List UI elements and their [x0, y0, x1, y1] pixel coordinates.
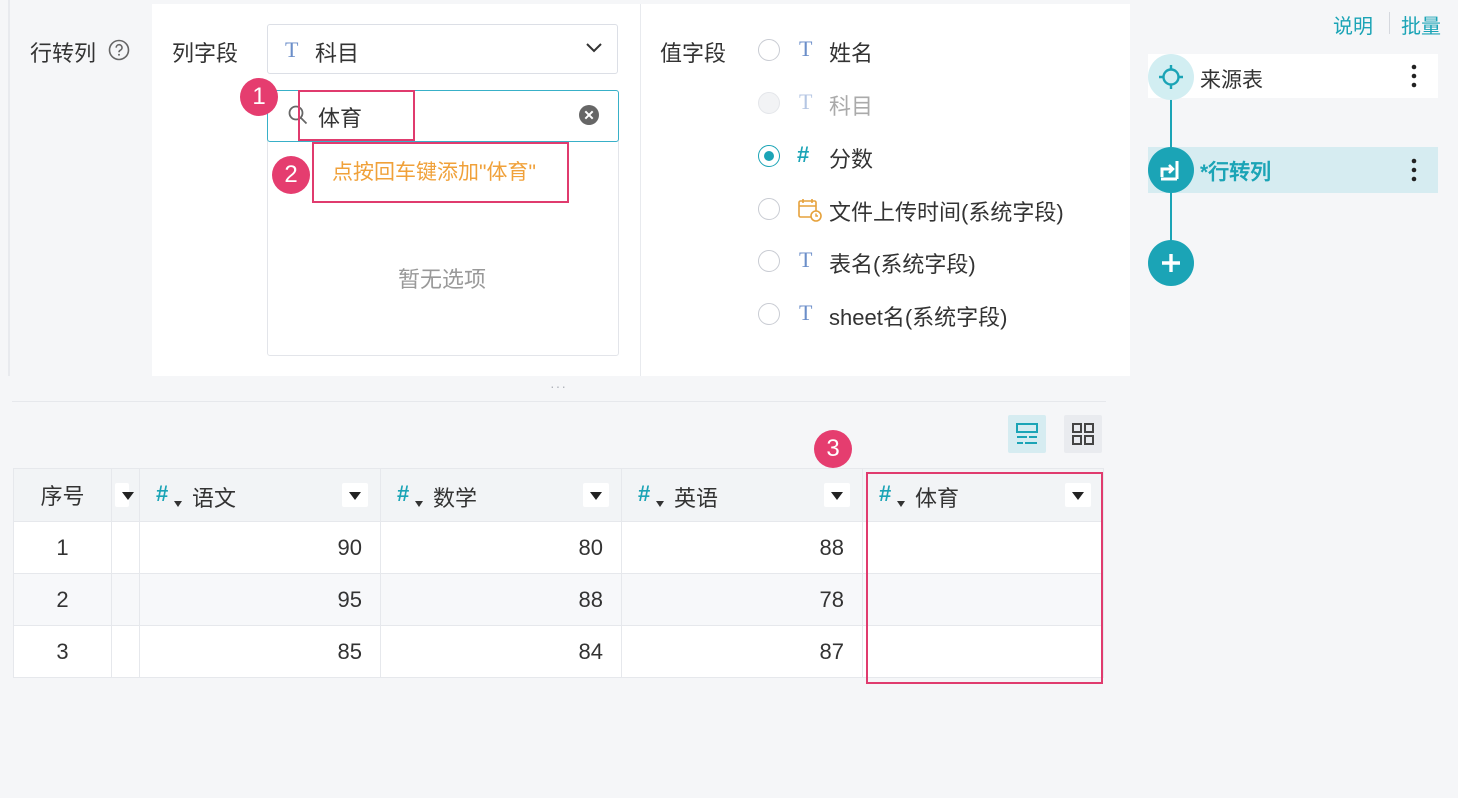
- column-header-label: 数学: [433, 486, 478, 511]
- type-caret-icon[interactable]: [415, 501, 423, 507]
- empty-options-text: 暂无选项: [398, 267, 487, 292]
- column-header-collapsed[interactable]: [111, 468, 140, 522]
- divider: [12, 401, 1106, 402]
- value-field-label: 值字段: [660, 41, 727, 66]
- dropdown-caret-icon[interactable]: [115, 483, 134, 507]
- step-badge: 1: [240, 78, 278, 116]
- date-type-icon: [798, 199, 822, 222]
- table-cell: 95: [139, 573, 381, 626]
- section-label: 行转列: [30, 41, 97, 66]
- table-cell: 88: [621, 521, 863, 574]
- dropdown-caret-icon[interactable]: [342, 483, 368, 507]
- value-field-option-label: 分数: [829, 147, 874, 172]
- dropdown-caret-icon[interactable]: [583, 483, 609, 507]
- step-label: 来源表: [1200, 69, 1263, 92]
- grid-view-button[interactable]: [1064, 415, 1102, 453]
- value-field-radio[interactable]: [758, 198, 780, 220]
- list-view-icon: [1016, 423, 1038, 444]
- more-icon[interactable]: [1404, 156, 1424, 184]
- step-badge: 2: [272, 156, 310, 194]
- column-header-label: 序号: [40, 484, 85, 509]
- highlight-box: [866, 472, 1103, 684]
- clear-icon[interactable]: [578, 104, 600, 126]
- column-header[interactable]: # 英语: [621, 468, 863, 522]
- table-cell: 85: [139, 625, 381, 678]
- value-field-option-label: 科目: [829, 94, 874, 119]
- table-cell: 84: [380, 625, 622, 678]
- text-type-icon: T: [799, 300, 813, 325]
- value-field-radio[interactable]: [758, 250, 780, 272]
- step-badge: 3: [814, 430, 852, 468]
- splitter-handle[interactable]: ···: [550, 378, 567, 394]
- table-cell: 90: [139, 521, 381, 574]
- column-header-label: 英语: [674, 486, 719, 511]
- column-header-label: 语文: [192, 486, 237, 511]
- list-view-button[interactable]: [1008, 415, 1046, 453]
- value-field-radio: [758, 92, 780, 114]
- number-type-icon: #: [638, 481, 651, 506]
- steps-panel: [1130, 0, 1458, 798]
- table-cell: 1: [13, 521, 112, 574]
- divider: [1389, 12, 1390, 34]
- add-step-button[interactable]: [1148, 240, 1194, 286]
- table-cell: 87: [621, 625, 863, 678]
- divider: [640, 4, 641, 376]
- plus-icon: [1162, 254, 1180, 272]
- table-cell: 78: [621, 573, 863, 626]
- chevron-down-icon[interactable]: [584, 38, 604, 58]
- value-field-radio[interactable]: [758, 303, 780, 325]
- column-field-value: 科目: [315, 41, 360, 66]
- table-cell: 2: [13, 573, 112, 626]
- dropdown-caret-icon[interactable]: [824, 483, 850, 507]
- explain-link[interactable]: 说明: [1333, 10, 1373, 39]
- column-header[interactable]: 序号: [13, 468, 112, 522]
- value-field-option-label: sheet名(系统字段): [829, 305, 1008, 330]
- value-field-option-label: 文件上传时间(系统字段): [829, 200, 1064, 225]
- value-field-option-label: 表名(系统字段): [829, 252, 976, 277]
- step-label: *行转列: [1200, 161, 1272, 184]
- text-type-icon: T: [285, 37, 299, 62]
- table-cell: 3: [13, 625, 112, 678]
- row-to-col-icon: [1148, 147, 1194, 193]
- type-caret-icon[interactable]: [656, 501, 664, 507]
- column-header[interactable]: # 数学: [380, 468, 622, 522]
- grid-view-icon: [1072, 423, 1094, 445]
- number-type-icon: #: [797, 142, 810, 167]
- table-cell: [111, 573, 140, 626]
- table-cell: [111, 625, 140, 678]
- text-type-icon: T: [799, 36, 813, 61]
- more-icon[interactable]: [1404, 62, 1424, 90]
- text-type-icon: T: [799, 247, 813, 272]
- highlight-box: [298, 90, 415, 141]
- value-field-radio[interactable]: [758, 39, 780, 61]
- source-target-icon: [1148, 54, 1194, 100]
- text-type-icon: T: [799, 89, 813, 114]
- batch-link[interactable]: 批量: [1401, 10, 1441, 39]
- divider: [8, 0, 10, 376]
- number-type-icon: #: [156, 481, 169, 506]
- value-field-option-label: 姓名: [829, 41, 874, 66]
- highlight-box: [312, 142, 569, 203]
- table-cell: [111, 521, 140, 574]
- help-icon[interactable]: [108, 39, 130, 61]
- table-cell: 88: [380, 573, 622, 626]
- column-header[interactable]: # 语文: [139, 468, 381, 522]
- value-field-radio[interactable]: [758, 145, 780, 167]
- number-type-icon: #: [397, 481, 410, 506]
- type-caret-icon[interactable]: [174, 501, 182, 507]
- table-cell: 80: [380, 521, 622, 574]
- column-field-label: 列字段: [172, 41, 239, 66]
